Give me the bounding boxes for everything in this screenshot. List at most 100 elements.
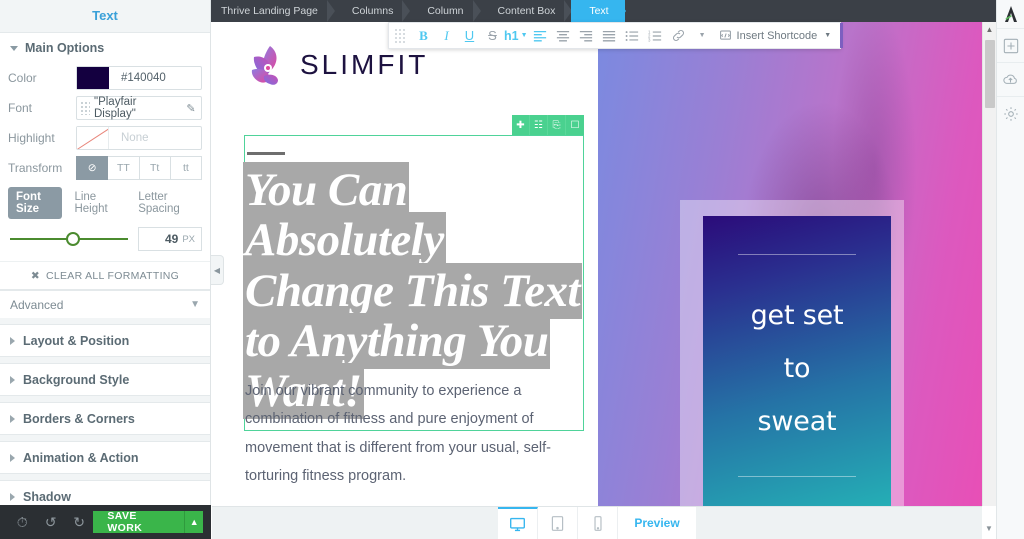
pencil-icon[interactable]: ✎ xyxy=(181,102,201,115)
breadcrumb-item-thrive-landing-page[interactable]: Thrive Landing Page xyxy=(211,0,335,22)
align-left-button[interactable] xyxy=(529,24,552,47)
numbered-list-icon: 1 2 3 xyxy=(648,29,662,42)
transform-lowercase-button[interactable]: tt xyxy=(170,156,202,180)
left-column: SLIMFIT ✚ ☷ ⎘ ☐ You Can Absolutely Chang… xyxy=(212,22,598,506)
transform-none-button[interactable]: ⊘ xyxy=(76,156,109,180)
move-icon[interactable]: ✚ xyxy=(512,115,530,135)
link-icon xyxy=(672,29,684,42)
chevron-down-icon: ▼ xyxy=(520,32,528,39)
accordion-borders-corners[interactable]: Borders & Corners xyxy=(0,402,210,435)
hero-card[interactable]: get set to sweat xyxy=(703,216,891,506)
delete-icon[interactable]: ☐ xyxy=(566,115,584,135)
link-dropdown-arrow[interactable]: ▼ xyxy=(690,24,713,47)
tab-letter-spacing[interactable]: Letter Spacing xyxy=(130,187,202,219)
bold-button[interactable]: B xyxy=(412,24,435,47)
svg-text:3: 3 xyxy=(648,37,651,42)
tab-line-height[interactable]: Line Height xyxy=(66,187,126,219)
sidebar-title: Text xyxy=(0,0,210,32)
color-swatch[interactable] xyxy=(77,67,109,89)
breadcrumb: Thrive Landing Page Columns Column Conte… xyxy=(211,0,996,22)
align-center-button[interactable] xyxy=(552,24,575,47)
save-work-button[interactable]: SAVE WORK xyxy=(93,510,185,534)
text-format-toolbar: B I U S h1 ▼ 1 2 3 ▼ Insert Shortcode ▼ xyxy=(388,22,844,49)
link-button[interactable] xyxy=(667,24,690,47)
device-tablet-button[interactable] xyxy=(538,506,579,539)
thrive-architect-logo[interactable] xyxy=(997,0,1024,28)
no-highlight-icon[interactable] xyxy=(77,127,109,149)
caret-right-icon xyxy=(10,453,15,462)
align-center-icon xyxy=(556,30,570,41)
heading-level-button[interactable]: h1 ▼ xyxy=(504,24,528,47)
color-hex-value[interactable]: #140040 xyxy=(109,72,166,84)
transform-uppercase-button[interactable]: TT xyxy=(108,156,140,180)
align-right-button[interactable] xyxy=(575,24,598,47)
body-paragraph[interactable]: Join our vibrant community to experience… xyxy=(245,377,575,490)
clear-all-formatting-button[interactable]: ✖ CLEAR ALL FORMATTING xyxy=(0,261,210,289)
highlight-value: None xyxy=(121,132,149,144)
hero-line-3: sweat xyxy=(757,406,837,437)
device-desktop-button[interactable] xyxy=(498,506,539,539)
breadcrumb-item-content-box[interactable]: Content Box xyxy=(480,0,573,22)
undo-icon[interactable]: ↺ xyxy=(36,514,64,531)
font-size-input[interactable]: 49 PX xyxy=(138,227,202,251)
font-control[interactable]: "Playfair Display" ✎ xyxy=(76,96,202,120)
save-work-dropdown-arrow[interactable]: ▲ xyxy=(184,511,203,533)
font-value[interactable]: "Playfair Display" xyxy=(90,96,181,120)
clear-formatting-icon: ✖ xyxy=(30,269,40,282)
strikethrough-button[interactable]: S xyxy=(481,24,504,47)
drag-grip-icon[interactable] xyxy=(394,28,407,43)
breadcrumb-item-text[interactable]: Text xyxy=(571,0,626,22)
tab-font-size[interactable]: Font Size xyxy=(8,187,63,219)
clone-icon[interactable]: ☷ xyxy=(530,115,548,135)
caret-down-icon xyxy=(10,45,18,51)
main-options-panel: Main Options Color #140040 Font "Playfai… xyxy=(0,32,210,290)
sidebar-collapse-handle[interactable]: ◀ xyxy=(211,255,224,285)
right-column: get set to sweat xyxy=(598,22,982,506)
add-element-icon[interactable] xyxy=(997,28,1024,62)
advanced-label: Advanced xyxy=(10,297,64,312)
cloud-icon xyxy=(1003,74,1017,84)
device-mobile-button[interactable] xyxy=(578,506,619,539)
accordion-layout-position[interactable]: Layout & Position xyxy=(0,324,210,357)
preview-button[interactable]: Preview xyxy=(618,506,696,539)
italic-button[interactable]: I xyxy=(435,24,458,47)
thrive-architect-editor: Text Main Options Color #140040 Font "Pl… xyxy=(0,0,1024,539)
color-control[interactable]: #140040 xyxy=(76,66,202,90)
caret-right-icon xyxy=(10,414,15,423)
insert-shortcode-button[interactable]: Insert Shortcode ▼ xyxy=(713,29,836,42)
plus-square-icon xyxy=(1003,38,1018,53)
page-preview: SLIMFIT ✚ ☷ ⎘ ☐ You Can Absolutely Chang… xyxy=(212,22,982,506)
slider-knob[interactable] xyxy=(66,232,80,246)
underline-button[interactable]: U xyxy=(458,24,481,47)
scrollbar-thumb[interactable] xyxy=(985,40,995,108)
advanced-dropdown[interactable]: Advanced ▼ xyxy=(0,290,210,318)
hero-rule-top xyxy=(738,254,856,255)
settings-gear-icon[interactable] xyxy=(997,96,1024,130)
breadcrumb-item-column[interactable]: Column xyxy=(409,0,481,22)
transform-capitalize-button[interactable]: Tt xyxy=(139,156,171,180)
font-size-unit: PX xyxy=(182,233,195,245)
accordion-animation-action[interactable]: Animation & Action xyxy=(0,441,210,474)
breadcrumb-item-columns[interactable]: Columns xyxy=(334,0,411,22)
bullet-list-button[interactable] xyxy=(621,24,644,47)
canvas-scrollbar[interactable]: ▲ xyxy=(982,22,996,506)
transform-row: Transform ⊘ TT Tt tt xyxy=(0,153,210,183)
highlight-control[interactable]: None xyxy=(76,126,202,150)
accordion-background-style[interactable]: Background Style xyxy=(0,363,210,396)
transform-segmented-control: ⊘ TT Tt tt xyxy=(76,156,202,180)
device-preview-bar: Preview xyxy=(212,506,982,539)
font-size-slider[interactable] xyxy=(8,230,130,248)
left-sidebar: Text Main Options Color #140040 Font "Pl… xyxy=(0,0,211,539)
redo-icon[interactable]: ↻ xyxy=(65,514,93,531)
clock-icon[interactable]: ⏱ xyxy=(8,514,36,531)
editor-canvas: SLIMFIT ✚ ☷ ⎘ ☐ You Can Absolutely Chang… xyxy=(212,22,996,539)
align-justify-button[interactable] xyxy=(598,24,621,47)
numbered-list-button[interactable]: 1 2 3 xyxy=(644,24,667,47)
accordion-label: Borders & Corners xyxy=(23,411,135,426)
save-template-icon[interactable]: ⎘ xyxy=(548,115,566,135)
align-left-icon xyxy=(533,30,547,41)
cloud-templates-icon[interactable] xyxy=(997,62,1024,96)
main-options-header[interactable]: Main Options xyxy=(0,33,210,63)
chevron-down-icon[interactable]: ▼ xyxy=(982,524,996,533)
chevron-up-icon[interactable]: ▲ xyxy=(983,22,996,36)
